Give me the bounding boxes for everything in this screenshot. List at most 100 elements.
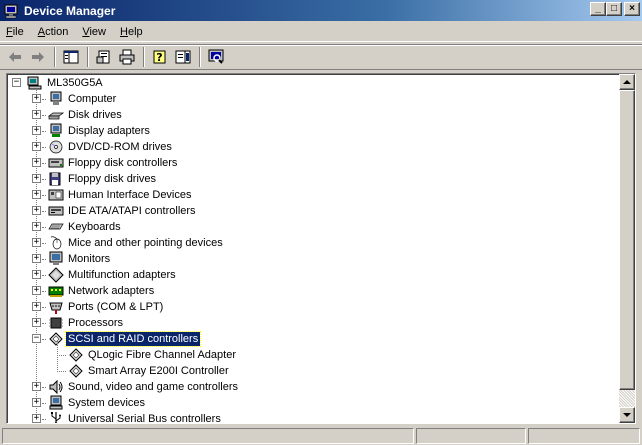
expand-icon[interactable]: + xyxy=(32,270,41,279)
tree-category-label: Mice and other pointing devices xyxy=(68,237,223,249)
expand-icon[interactable]: + xyxy=(32,302,41,311)
toolbar-separator xyxy=(54,47,56,67)
tree-device[interactable]: QLogic Fibre Channel Adapter xyxy=(7,347,607,363)
tree-category[interactable]: + Sound, video and game controllers xyxy=(7,379,607,395)
expand-icon[interactable]: + xyxy=(32,190,41,199)
scsi-icon xyxy=(68,347,84,363)
expand-icon[interactable]: + xyxy=(32,110,41,119)
expand-icon[interactable]: + xyxy=(32,286,41,295)
menu-action[interactable]: Action xyxy=(38,26,69,38)
maximize-button[interactable]: □ xyxy=(606,2,622,16)
display-adapter-icon xyxy=(48,123,64,139)
tree-category[interactable]: + Display adapters xyxy=(7,123,607,139)
scsi-icon xyxy=(48,331,64,347)
toolbar-separator xyxy=(87,47,89,67)
tree-category[interactable]: + Human Interface Devices xyxy=(7,187,607,203)
status-bar xyxy=(0,427,642,445)
expand-icon[interactable]: + xyxy=(32,222,41,231)
print-button[interactable] xyxy=(116,46,138,68)
tree-category[interactable]: + Computer xyxy=(7,91,607,107)
scroll-down-button[interactable] xyxy=(619,407,635,423)
tree-connector xyxy=(57,340,58,372)
tree-category[interactable]: + Ports (COM & LPT) xyxy=(7,299,607,315)
tree-connector xyxy=(42,195,46,196)
tree-category[interactable]: + Multifunction adapters xyxy=(7,267,607,283)
tree-category[interactable]: + Network adapters xyxy=(7,283,607,299)
tree-category[interactable]: + Floppy disk drives xyxy=(7,171,607,187)
tree-connector xyxy=(42,419,46,420)
show-hide-action-pane-button[interactable] xyxy=(172,46,194,68)
device-tree-panel[interactable]: − ML350G5A + Computer + Disk drives + Display a… xyxy=(6,73,636,424)
vertical-scrollbar[interactable] xyxy=(619,74,635,423)
tree-category[interactable]: + Universal Serial Bus controllers xyxy=(7,411,607,423)
tree-category[interactable]: − SCSI and RAID controllers xyxy=(7,331,607,347)
tree-category-label: Multifunction adapters xyxy=(68,269,176,281)
show-hide-tree-button[interactable] xyxy=(60,46,82,68)
properties-icon xyxy=(96,50,110,64)
tree-category-label: Ports (COM & LPT) xyxy=(68,301,164,313)
tree-category[interactable]: + Mice and other pointing devices xyxy=(7,235,607,251)
show-hide-tree-icon xyxy=(63,50,79,64)
system-devices-icon xyxy=(48,395,64,411)
expand-icon[interactable]: + xyxy=(32,398,41,407)
expand-icon[interactable]: + xyxy=(32,238,41,247)
scan-hardware-button[interactable] xyxy=(205,46,227,68)
tree-root[interactable]: − ML350G5A xyxy=(7,75,607,91)
expand-icon[interactable]: + xyxy=(32,94,41,103)
help-button[interactable]: ? xyxy=(149,46,171,68)
tree-category[interactable]: + DVD/CD-ROM drives xyxy=(7,139,607,155)
scroll-up-button[interactable] xyxy=(619,74,635,90)
expand-icon[interactable]: + xyxy=(32,414,41,423)
tree-device-label: Smart Array E200I Controller xyxy=(88,365,229,377)
back-button[interactable] xyxy=(4,46,26,68)
expand-icon[interactable]: + xyxy=(32,206,41,215)
scan-hardware-icon xyxy=(208,49,224,64)
tree-connector xyxy=(42,387,46,388)
toolbar-separator xyxy=(143,47,145,67)
forward-button[interactable] xyxy=(27,46,49,68)
arrow-down-icon xyxy=(623,413,631,417)
properties-button[interactable] xyxy=(93,46,115,68)
root-computer-icon xyxy=(27,75,43,91)
tree-category[interactable]: + System devices xyxy=(7,395,607,411)
tree-category[interactable]: + Processors xyxy=(7,315,607,331)
expand-icon[interactable]: + xyxy=(32,174,41,183)
disk-drive-icon xyxy=(48,107,64,123)
collapse-icon[interactable]: − xyxy=(32,334,41,343)
menu-help[interactable]: Help xyxy=(120,26,143,38)
tree-root-label: ML350G5A xyxy=(47,77,103,89)
menu-view[interactable]: View xyxy=(82,26,106,38)
tree-category[interactable]: + Disk drives xyxy=(7,107,607,123)
tree-category-label: Network adapters xyxy=(68,285,155,297)
tree-category-label: Keyboards xyxy=(68,221,121,233)
title-bar[interactable]: Device Manager _ □ × xyxy=(0,0,642,21)
expand-icon[interactable]: + xyxy=(32,318,41,327)
processor-icon xyxy=(48,315,64,331)
tree-connector xyxy=(42,259,46,260)
expand-icon[interactable]: + xyxy=(32,254,41,263)
tree-category[interactable]: + Floppy disk controllers xyxy=(7,155,607,171)
device-manager-icon xyxy=(4,3,20,19)
tree-category-label: Human Interface Devices xyxy=(68,189,192,201)
close-button[interactable]: × xyxy=(624,2,640,16)
tree-device[interactable]: Smart Array E200I Controller xyxy=(7,363,607,379)
status-pane-2 xyxy=(416,428,526,444)
tree-connector xyxy=(42,211,46,212)
port-icon xyxy=(48,299,64,315)
tree-category[interactable]: + Keyboards xyxy=(7,219,607,235)
expand-icon[interactable]: + xyxy=(32,126,41,135)
collapse-icon[interactable]: − xyxy=(12,78,21,87)
menu-bar: File Action View Help xyxy=(0,22,642,42)
expand-icon[interactable]: + xyxy=(32,158,41,167)
cdrom-icon xyxy=(48,139,64,155)
tree-category[interactable]: + IDE ATA/ATAPI controllers xyxy=(7,203,607,219)
tree-category-label: Display adapters xyxy=(68,125,150,137)
menu-file[interactable]: File xyxy=(6,26,24,38)
tree-category[interactable]: + Monitors xyxy=(7,251,607,267)
scroll-thumb[interactable] xyxy=(619,90,635,390)
expand-icon[interactable]: + xyxy=(32,142,41,151)
tree-device-label: QLogic Fibre Channel Adapter xyxy=(88,349,236,361)
minimize-button[interactable]: _ xyxy=(590,2,606,16)
floppy-drive-icon xyxy=(48,171,64,187)
expand-icon[interactable]: + xyxy=(32,382,41,391)
